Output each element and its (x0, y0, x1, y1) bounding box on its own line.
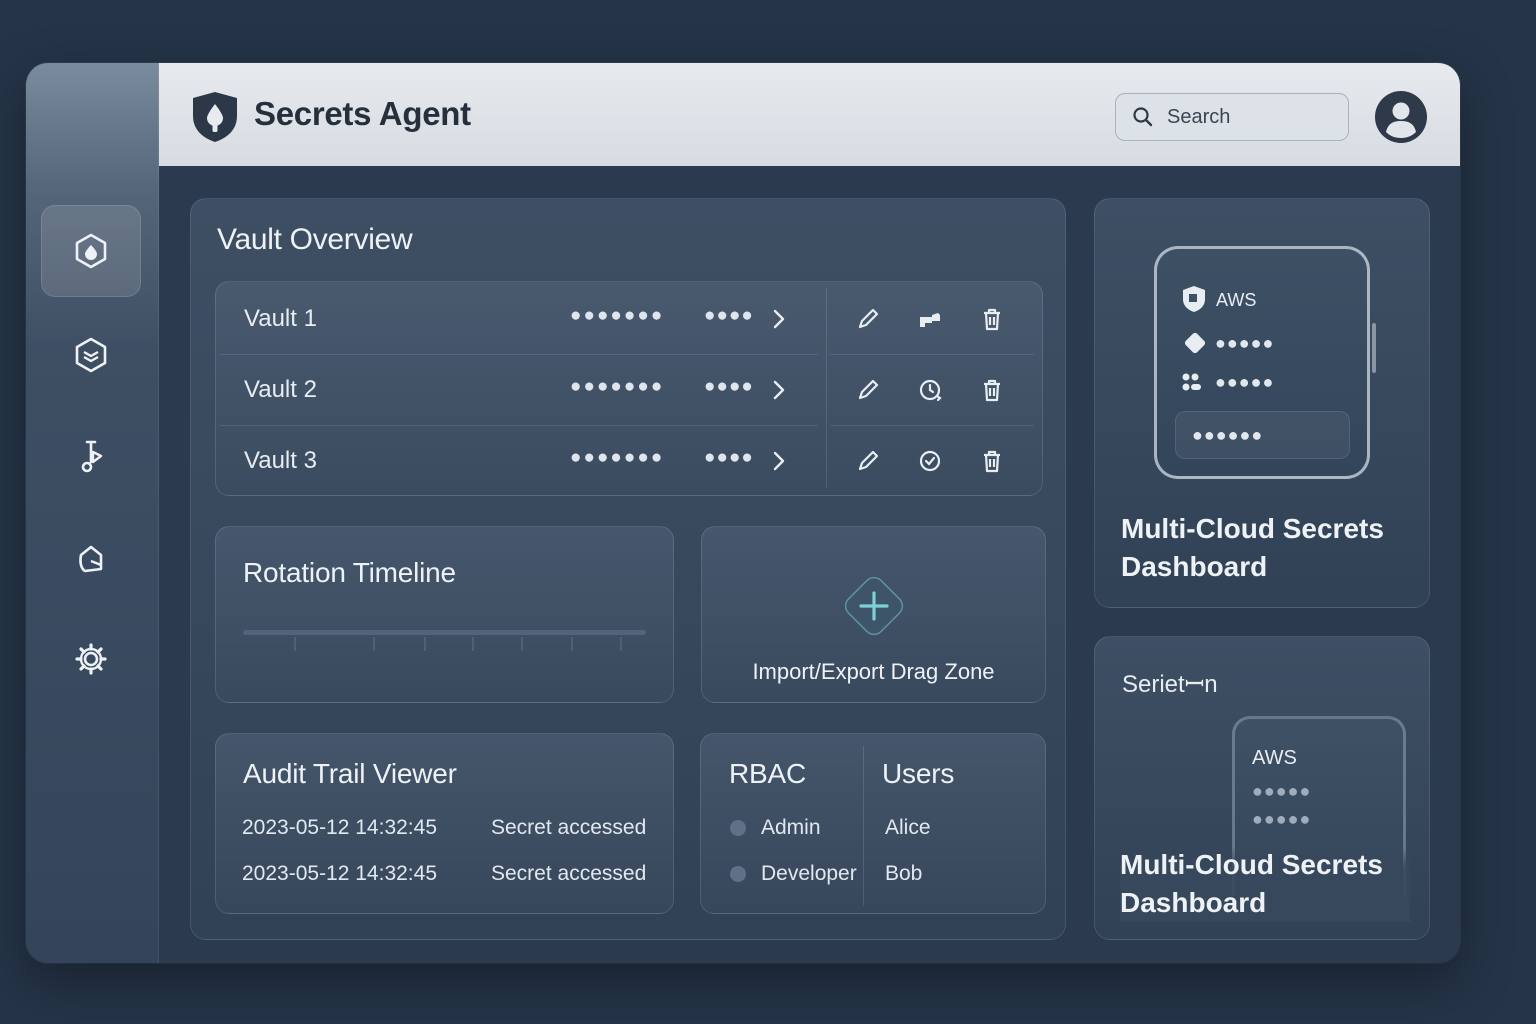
card-label: Serietꟷn (1122, 671, 1218, 698)
add-icon[interactable] (835, 567, 913, 645)
audit-event: Secret accessed (491, 816, 647, 839)
timeline-tick (472, 637, 474, 651)
key-tag-icon (81, 440, 103, 473)
role-radio[interactable] (730, 820, 746, 836)
audit-timestamp: 2023-05-12 14:32:45 (242, 816, 437, 839)
chevron-right-icon[interactable] (769, 307, 789, 331)
rotate-key-icon[interactable] (916, 305, 944, 333)
secret-value-field[interactable]: ●●●●●● (1175, 411, 1350, 459)
main-panel: Vault Overview Vault 1 ●●●●●●● ●●●● Vaul… (190, 198, 1066, 940)
provider-label: AWS (1252, 747, 1297, 769)
secret-mask: ●●●●● (1252, 781, 1312, 801)
timeline-tick (424, 637, 426, 651)
rbac-panel: RBAC Users Admin Developer Alice Bob (700, 733, 1046, 914)
timeline-tick (571, 637, 573, 651)
vault-name: Vault 2 (244, 376, 317, 403)
dashboard-title: Multi-Cloud Secrets Dashboard (1121, 513, 1384, 582)
rotate-clock-icon[interactable] (916, 376, 944, 404)
diamond-icon (1184, 332, 1206, 354)
audit-event: Secret accessed (491, 862, 647, 885)
trash-icon[interactable] (978, 376, 1006, 404)
dropzone-label: Import/Export Drag Zone (752, 659, 995, 684)
dashboard-title: Multi-Cloud Secrets Dashboard (1120, 846, 1410, 922)
secret-mask-short: ●●●● (704, 305, 754, 326)
provider-label: AWS (1216, 290, 1257, 310)
role-label: Admin (761, 816, 821, 839)
top-header: Secrets Agent (159, 63, 1460, 166)
rotate-clock-icon[interactable] (916, 447, 944, 475)
timeline-tick (521, 637, 523, 651)
cluster-icon (1182, 373, 1201, 391)
rotation-timeline: Rotation Timeline (215, 526, 674, 703)
gear-icon (75, 643, 107, 675)
chevron-right-icon[interactable] (769, 449, 789, 473)
sidebar-item-home[interactable] (41, 205, 141, 297)
secret-mask: ●●●●●● (1192, 425, 1264, 445)
app-window: Secrets Agent Vault Overview Vault 1 (26, 63, 1460, 963)
secret-mask: ●●●●●●● (570, 447, 665, 468)
secret-mask-short: ●●●● (704, 376, 754, 397)
avatar[interactable] (1374, 90, 1428, 144)
layers-hex-icon (75, 337, 107, 373)
user-name[interactable]: Bob (885, 862, 922, 886)
import-export-dropzone[interactable]: Import/Export Drag Zone (701, 526, 1046, 703)
secret-mask: ●●●●● (1215, 372, 1275, 392)
users-title: Users (882, 758, 955, 789)
rbac-title: RBAC (729, 758, 806, 789)
search-input[interactable] (1167, 105, 1337, 129)
search-icon (1133, 107, 1153, 127)
multicloud-card[interactable]: AWS ●●●●● ●●●●● ●●●●●● Multi-Cloud Secre… (1094, 198, 1430, 608)
role-radio[interactable] (730, 866, 746, 882)
sidebar-item-settings[interactable] (41, 613, 141, 705)
shield-logo-icon (193, 92, 237, 142)
aws-shield-icon (1183, 286, 1205, 312)
table-row[interactable]: Vault 1 ●●●●●●● ●●●● (216, 283, 1042, 354)
timeline-tick (294, 637, 296, 651)
audit-trail: Audit Trail Viewer 2023-05-12 14:32:45 S… (215, 733, 674, 914)
shield-doc-icon (79, 545, 103, 573)
audit-timestamp: 2023-05-12 14:32:45 (242, 862, 437, 885)
edit-icon[interactable] (854, 376, 882, 404)
role-label: Developer (761, 862, 857, 885)
rotation-timeline-title: Rotation Timeline (243, 557, 456, 588)
secret-mask: ●●●●●●● (570, 305, 665, 326)
trash-icon[interactable] (978, 447, 1006, 475)
vault-overview-title: Vault Overview (217, 223, 413, 256)
edit-icon[interactable] (854, 305, 882, 333)
cloud-device-mockup: AWS ●●●●● ●●●●● ●●●●●● (1154, 246, 1376, 479)
vault-name: Vault 1 (244, 305, 317, 332)
timeline-tick (620, 637, 622, 651)
audit-trail-title: Audit Trail Viewer (243, 758, 457, 789)
secret-mask: ●●●●● (1252, 809, 1312, 829)
table-row[interactable]: Vault 2 ●●●●●●● ●●●● (216, 354, 1042, 425)
user-name[interactable]: Alice (885, 816, 931, 840)
timeline-tick (373, 637, 375, 651)
secret-mask-short: ●●●● (704, 447, 754, 468)
sidebar (26, 63, 159, 963)
sidebar-item-layers[interactable] (41, 309, 141, 401)
secret-mask: ●●●●●●● (570, 376, 665, 397)
vault-name: Vault 3 (244, 447, 317, 474)
table-row[interactable]: Vault 3 ●●●●●●● ●●●● (216, 425, 1042, 496)
app-title: Secrets Agent (254, 95, 471, 132)
multicloud-card-secondary[interactable]: Serietꟷn AWS ●●●●● ●●●●● Multi-Cloud Sec… (1094, 636, 1430, 940)
sidebar-item-keys[interactable] (41, 411, 141, 503)
chevron-right-icon[interactable] (769, 378, 789, 402)
trash-icon[interactable] (978, 305, 1006, 333)
timeline-track[interactable] (243, 630, 646, 635)
vault-table: Vault 1 ●●●●●●● ●●●● Vault 2 ●●●●●●● ●●●… (215, 281, 1043, 496)
vault-hex-icon (75, 233, 107, 269)
sidebar-item-policies[interactable] (41, 513, 141, 605)
secret-mask: ●●●●● (1215, 333, 1275, 353)
search-box[interactable] (1115, 93, 1349, 141)
edit-icon[interactable] (854, 447, 882, 475)
